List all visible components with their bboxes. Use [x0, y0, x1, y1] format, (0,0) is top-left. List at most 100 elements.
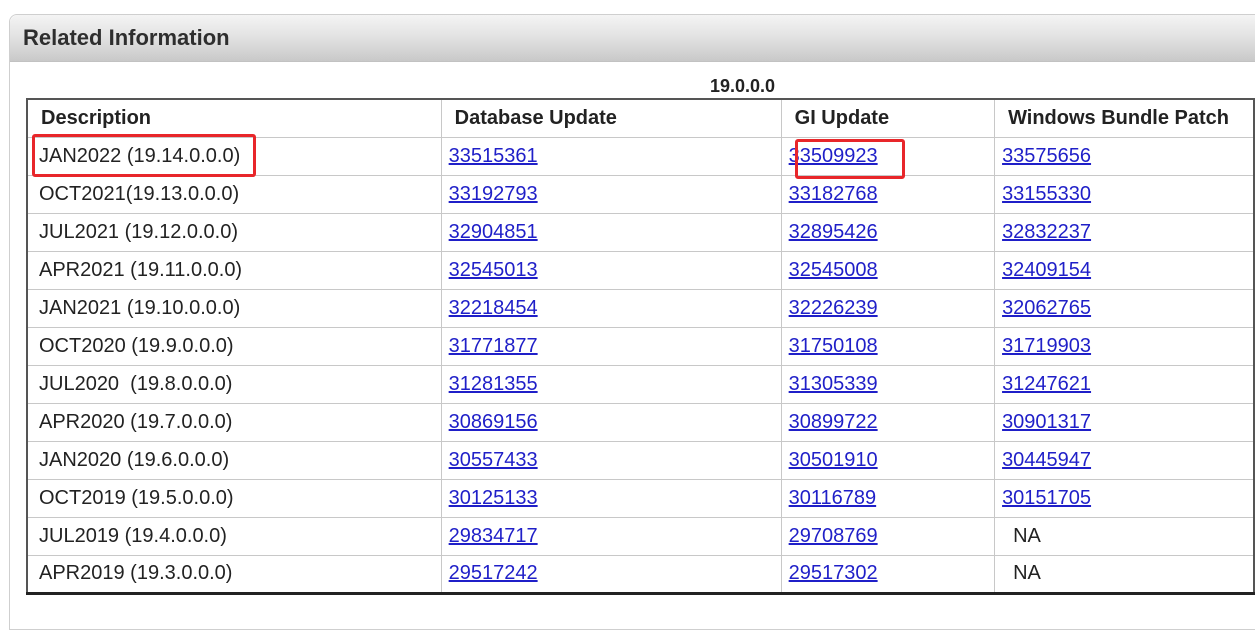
windows-bundle-patch-cell: 31719903: [994, 326, 1255, 366]
database-update-patch-link[interactable]: 32904851: [449, 221, 538, 243]
database-update-cell: 31281355: [440, 364, 782, 404]
windows-bundle-patch-patch-link[interactable]: 33575656: [1002, 145, 1091, 167]
description-cell: JAN2021 (19.10.0.0.0): [26, 288, 442, 328]
database-update-cell: 30869156: [440, 402, 782, 442]
windows-bundle-patch-cell: 30445947: [994, 440, 1255, 480]
windows-bundle-patch-cell: 31247621: [994, 364, 1255, 404]
gi-update-patch-link[interactable]: 30899722: [789, 411, 878, 433]
windows-bundle-patch-patch-link[interactable]: 30151705: [1002, 487, 1091, 509]
windows-bundle-patch-cell: NA: [994, 516, 1255, 556]
description-cell: OCT2021(19.13.0.0.0): [26, 174, 442, 214]
database-update-patch-link[interactable]: 31281355: [449, 373, 538, 395]
gi-update-patch-link[interactable]: 32226239: [789, 297, 878, 319]
windows-bundle-patch-patch-link[interactable]: 33155330: [1002, 183, 1091, 205]
database-update-cell: 32904851: [440, 212, 782, 252]
windows-bundle-patch-patch-link[interactable]: 32409154: [1002, 259, 1091, 281]
gi-update-cell: 32226239: [780, 288, 996, 328]
description-cell: APR2019 (19.3.0.0.0): [26, 554, 442, 594]
database-update-cell: 29834717: [440, 516, 782, 556]
patch-table: Description Database Update GI Update Wi…: [26, 98, 1255, 595]
column-header-windows-bundle-patch: Windows Bundle Patch: [994, 98, 1255, 138]
gi-update-cell: 30116789: [780, 478, 996, 518]
table-row: JAN2022 (19.14.0.0.0) 33515361 33509923 335…: [26, 136, 1255, 176]
windows-bundle-patch-cell: 30151705: [994, 478, 1255, 518]
gi-update-patch-link[interactable]: 33509923: [789, 145, 878, 167]
gi-update-cell: 33509923: [780, 136, 996, 176]
gi-update-cell: 32545008: [780, 250, 996, 290]
gi-update-cell: 30501910: [780, 440, 996, 480]
database-update-cell: 33515361: [440, 136, 782, 176]
database-update-patch-link[interactable]: 33192793: [449, 183, 538, 205]
database-update-cell: 32218454: [440, 288, 782, 328]
description-cell: JAN2022 (19.14.0.0.0): [26, 136, 442, 176]
windows-bundle-patch-patch-link[interactable]: 31247621: [1002, 373, 1091, 395]
table-row: APR2020 (19.7.0.0.0) 30869156 30899722 3090…: [26, 402, 1255, 442]
table-row: OCT2019 (19.5.0.0.0) 30125133 30116789 3015…: [26, 478, 1255, 518]
windows-bundle-patch-cell: 32832237: [994, 212, 1255, 252]
table-row: JAN2020 (19.6.0.0.0) 30557433 30501910 3044…: [26, 440, 1255, 480]
gi-update-cell: 29708769: [780, 516, 996, 556]
gi-update-patch-link[interactable]: 31305339: [789, 373, 878, 395]
windows-bundle-patch-patch-link[interactable]: 30901317: [1002, 411, 1091, 433]
windows-bundle-patch-patch-link[interactable]: 31719903: [1002, 335, 1091, 357]
table-row: JUL2021 (19.12.0.0.0) 32904851 32895426 328…: [26, 212, 1255, 252]
gi-update-cell: 31305339: [780, 364, 996, 404]
database-update-patch-link[interactable]: 29834717: [449, 525, 538, 547]
gi-update-patch-link[interactable]: 29517302: [789, 562, 878, 584]
database-update-patch-link[interactable]: 33515361: [449, 145, 538, 167]
table-row: JAN2021 (19.10.0.0.0) 32218454 32226239 320…: [26, 288, 1255, 328]
windows-bundle-patch-cell: 30901317: [994, 402, 1255, 442]
database-update-patch-link[interactable]: 30125133: [449, 487, 538, 509]
description-cell: OCT2020 (19.9.0.0.0): [26, 326, 442, 366]
gi-update-patch-link[interactable]: 32545008: [789, 259, 878, 281]
column-header-description: Description: [26, 98, 442, 138]
windows-bundle-patch-cell: 32062765: [994, 288, 1255, 328]
database-update-patch-link[interactable]: 32545013: [449, 259, 538, 281]
column-header-gi-update: GI Update: [780, 98, 996, 138]
panel-title: Related Information: [23, 25, 230, 50]
description-cell: APR2021 (19.11.0.0.0): [26, 250, 442, 290]
database-update-patch-link[interactable]: 30869156: [449, 411, 538, 433]
windows-bundle-patch-patch-link[interactable]: 30445947: [1002, 449, 1091, 471]
windows-bundle-patch-cell: 33155330: [994, 174, 1255, 214]
panel-header: Related Information: [10, 15, 1255, 62]
database-update-cell: 30557433: [440, 440, 782, 480]
gi-update-patch-link[interactable]: 29708769: [789, 525, 878, 547]
description-cell: APR2020 (19.7.0.0.0): [26, 402, 442, 442]
windows-bundle-patch-cell: NA: [994, 554, 1255, 594]
gi-update-cell: 33182768: [780, 174, 996, 214]
windows-bundle-patch-cell: 33575656: [994, 136, 1255, 176]
table-row: APR2021 (19.11.0.0.0) 32545013 32545008 324…: [26, 250, 1255, 290]
database-update-cell: 31771877: [440, 326, 782, 366]
database-update-cell: 29517242: [440, 554, 782, 594]
database-update-patch-link[interactable]: 31771877: [449, 335, 538, 357]
gi-update-cell: 30899722: [780, 402, 996, 442]
database-update-patch-link[interactable]: 32218454: [449, 297, 538, 319]
table-header-row: Description Database Update GI Update Wi…: [26, 98, 1255, 138]
description-cell: JUL2020 (19.8.0.0.0): [26, 364, 442, 404]
database-update-cell: 30125133: [440, 478, 782, 518]
table-row: APR2019 (19.3.0.0.0) 29517242 29517302 NA: [26, 554, 1255, 594]
gi-update-patch-link[interactable]: 30501910: [789, 449, 878, 471]
gi-update-cell: 29517302: [780, 554, 996, 594]
table-row: JUL2019 (19.4.0.0.0) 29834717 29708769 NA: [26, 516, 1255, 556]
gi-update-cell: 32895426: [780, 212, 996, 252]
table-row: OCT2020 (19.9.0.0.0) 31771877 31750108 3171…: [26, 326, 1255, 366]
table-row: JUL2020 (19.8.0.0.0) 31281355 31305339 3124…: [26, 364, 1255, 404]
gi-update-patch-link[interactable]: 32895426: [789, 221, 878, 243]
windows-bundle-patch-cell: 32409154: [994, 250, 1255, 290]
windows-bundle-patch-patch-link[interactable]: 32062765: [1002, 297, 1091, 319]
windows-bundle-patch-patch-link[interactable]: 32832237: [1002, 221, 1091, 243]
description-cell: JUL2019 (19.4.0.0.0): [26, 516, 442, 556]
column-header-database-update: Database Update: [440, 98, 782, 138]
description-cell: OCT2019 (19.5.0.0.0): [26, 478, 442, 518]
description-cell: JUL2021 (19.12.0.0.0): [26, 212, 442, 252]
gi-update-patch-link[interactable]: 30116789: [789, 487, 877, 509]
database-update-patch-link[interactable]: 29517242: [449, 562, 538, 584]
database-update-patch-link[interactable]: 30557433: [449, 449, 538, 471]
table-row: OCT2021(19.13.0.0.0) 33192793 33182768 3315…: [26, 174, 1255, 214]
gi-update-patch-link[interactable]: 33182768: [789, 183, 878, 205]
gi-update-patch-link[interactable]: 31750108: [789, 335, 878, 357]
description-cell: JAN2020 (19.6.0.0.0): [26, 440, 442, 480]
database-update-cell: 32545013: [440, 250, 782, 290]
